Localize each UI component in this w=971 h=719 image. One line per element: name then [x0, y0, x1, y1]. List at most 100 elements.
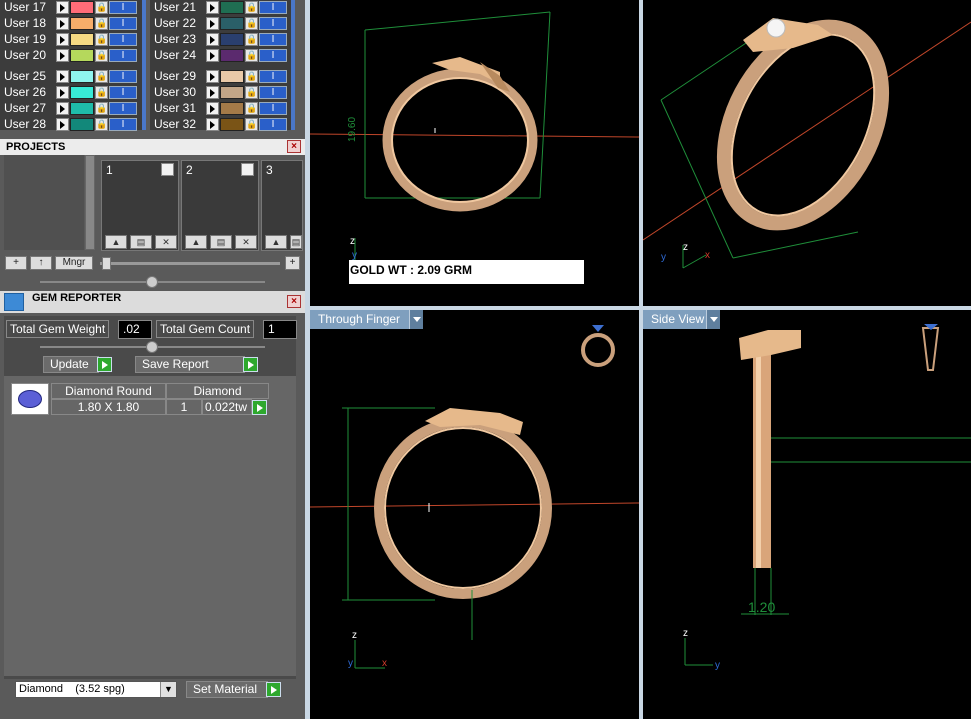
play-icon[interactable] [97, 357, 112, 372]
viewport-bottom-left[interactable]: z y x Through Finger [310, 310, 639, 719]
user-layer-row[interactable]: User 24 🔒 I [150, 48, 290, 64]
color-swatch[interactable] [220, 70, 244, 83]
project-slider-track[interactable] [100, 262, 280, 265]
color-swatch[interactable] [70, 17, 94, 30]
lock-icon[interactable]: 🔒 [95, 33, 108, 46]
color-swatch[interactable] [220, 49, 244, 62]
color-swatch[interactable] [220, 86, 244, 99]
lock-icon[interactable]: 🔒 [245, 102, 258, 115]
chevron-down-icon[interactable]: ▼ [160, 682, 176, 697]
user-layer-row[interactable]: User 26 🔒 I [0, 85, 140, 101]
play-icon[interactable] [241, 163, 254, 176]
user-layer-row[interactable]: User 20 🔒 I [0, 48, 140, 64]
add-icon[interactable]: + [5, 256, 27, 270]
list-scrollbar[interactable] [142, 0, 146, 130]
visibility-toggle[interactable]: I [259, 70, 287, 83]
project-slot-2[interactable]: 2 ▲ ▤ ✕ [181, 160, 259, 251]
user-layer-row[interactable]: User 31 🔒 I [150, 101, 290, 117]
set-material-button[interactable]: Set Material [186, 681, 268, 698]
color-swatch[interactable] [220, 102, 244, 115]
chevron-down-icon[interactable] [706, 310, 720, 329]
lock-icon[interactable]: 🔒 [245, 1, 258, 14]
play-icon[interactable] [206, 86, 219, 99]
visibility-toggle[interactable]: I [109, 33, 137, 46]
user-layer-row[interactable]: User 32 🔒 I [150, 117, 290, 133]
play-icon[interactable] [266, 682, 281, 697]
user-layer-row[interactable]: User 18 🔒 I [0, 16, 140, 32]
color-swatch[interactable] [70, 70, 94, 83]
save-report-button[interactable]: Save Report [135, 356, 245, 373]
visibility-toggle[interactable]: I [109, 17, 137, 30]
play-icon[interactable] [206, 102, 219, 115]
lock-icon[interactable]: 🔒 [245, 118, 258, 131]
play-icon[interactable] [206, 49, 219, 62]
play-icon[interactable] [56, 33, 69, 46]
view-mode-tab[interactable]: Side View [643, 310, 706, 329]
lock-icon[interactable]: 🔒 [95, 86, 108, 99]
collapse-icon[interactable] [146, 341, 158, 353]
user-layer-row[interactable]: User 17 🔒 I [0, 0, 140, 16]
visibility-toggle[interactable]: I [259, 17, 287, 30]
play-icon[interactable] [252, 400, 267, 415]
save-icon[interactable]: ▤ [290, 235, 302, 249]
list-scrollbar[interactable] [291, 0, 295, 130]
color-swatch[interactable] [70, 1, 94, 14]
save-icon[interactable]: ▤ [210, 235, 232, 249]
user-layer-row[interactable]: User 29 🔒 I [150, 69, 290, 85]
projects-scrollbar[interactable] [85, 155, 95, 250]
color-swatch[interactable] [220, 1, 244, 14]
user-layer-row[interactable]: User 23 🔒 I [150, 32, 290, 48]
chevron-down-icon[interactable] [409, 310, 423, 329]
lock-icon[interactable]: 🔒 [245, 49, 258, 62]
color-swatch[interactable] [70, 86, 94, 99]
visibility-toggle[interactable]: I [259, 102, 287, 115]
color-swatch[interactable] [70, 49, 94, 62]
delete-icon[interactable]: ✕ [155, 235, 177, 249]
manager-button[interactable]: Mngr [55, 256, 93, 270]
play-icon[interactable] [56, 17, 69, 30]
update-button[interactable]: Update [43, 356, 99, 373]
play-icon[interactable] [161, 163, 174, 176]
play-icon[interactable] [206, 17, 219, 30]
color-swatch[interactable] [220, 118, 244, 131]
project-slot-1[interactable]: 1 ▲ ▤ ✕ [101, 160, 179, 251]
play-icon[interactable] [243, 357, 258, 372]
close-icon[interactable]: × [287, 295, 301, 308]
visibility-toggle[interactable]: I [259, 1, 287, 14]
lock-icon[interactable]: 🔒 [95, 1, 108, 14]
viewport-top-right[interactable]: z y x [643, 0, 971, 306]
material-select[interactable]: Diamond (3.52 spg) ▼ [15, 681, 177, 698]
visibility-toggle[interactable]: I [109, 70, 137, 83]
user-layer-row[interactable]: User 22 🔒 I [150, 16, 290, 32]
visibility-toggle[interactable]: I [259, 118, 287, 131]
play-icon[interactable] [206, 70, 219, 83]
play-icon[interactable] [56, 49, 69, 62]
user-layer-row[interactable]: User 30 🔒 I [150, 85, 290, 101]
delete-icon[interactable]: ✕ [235, 235, 257, 249]
up-icon[interactable]: ▲ [185, 235, 207, 249]
play-icon[interactable] [206, 33, 219, 46]
user-layer-row[interactable]: User 28 🔒 I [0, 117, 140, 133]
visibility-toggle[interactable]: I [259, 49, 287, 62]
visibility-toggle[interactable]: I [109, 1, 137, 14]
play-icon[interactable] [56, 118, 69, 131]
lock-icon[interactable]: 🔒 [245, 33, 258, 46]
lock-icon[interactable]: 🔒 [95, 49, 108, 62]
arrow-up-icon[interactable]: ↑ [30, 256, 52, 270]
close-icon[interactable]: × [287, 140, 301, 153]
add-icon[interactable]: + [285, 256, 300, 270]
user-layer-row[interactable]: User 25 🔒 I [0, 69, 140, 85]
color-swatch[interactable] [70, 118, 94, 131]
collapse-icon[interactable] [146, 276, 158, 288]
visibility-toggle[interactable]: I [109, 86, 137, 99]
lock-icon[interactable]: 🔒 [95, 118, 108, 131]
play-icon[interactable] [56, 1, 69, 14]
color-swatch[interactable] [70, 33, 94, 46]
play-icon[interactable] [56, 102, 69, 115]
user-layer-row[interactable]: User 19 🔒 I [0, 32, 140, 48]
color-swatch[interactable] [220, 17, 244, 30]
view-mode-tab[interactable]: Through Finger [310, 310, 409, 329]
play-icon[interactable] [56, 86, 69, 99]
project-slider-thumb[interactable] [102, 257, 111, 270]
lock-icon[interactable]: 🔒 [95, 17, 108, 30]
